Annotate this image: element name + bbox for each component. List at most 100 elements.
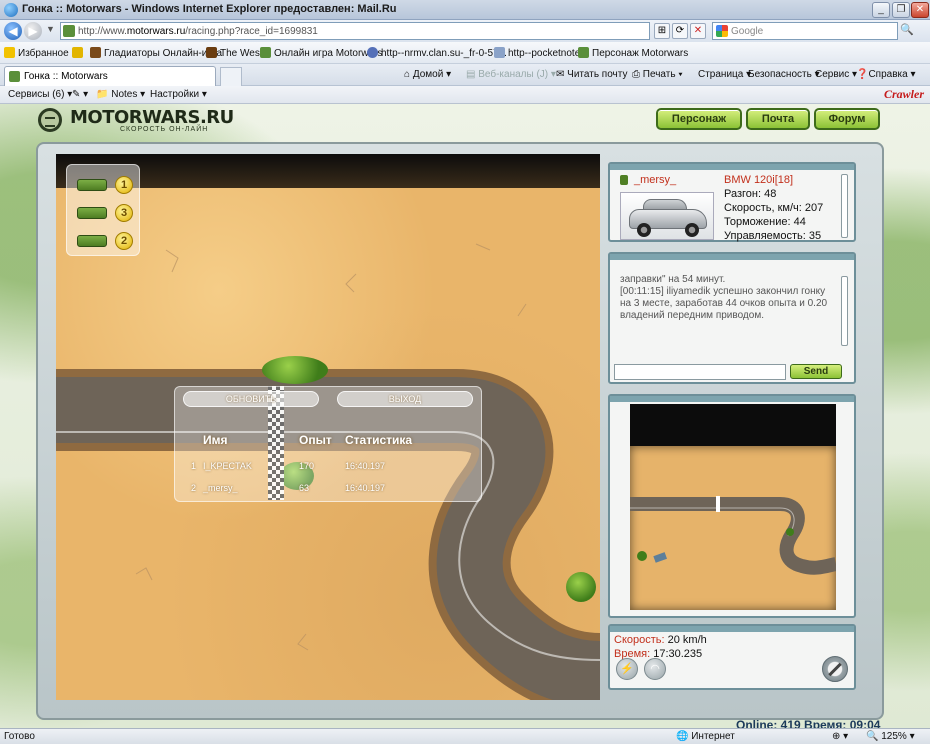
back-button[interactable]: ◀ (4, 22, 22, 40)
car-icon (77, 235, 107, 247)
compatibility-icon[interactable]: ⊞ (654, 23, 670, 39)
stat-speed: Скорость, км/ч: 207 (724, 202, 824, 214)
result-name[interactable]: I_KPECTAK (203, 461, 252, 471)
new-tab-button[interactable] (220, 67, 242, 86)
site-logo[interactable]: MOTORWARS.RU (70, 107, 234, 128)
crawler-logo: Crawler (883, 87, 924, 101)
window-titlebar: Гонка :: Motorwars - Windows Internet Ex… (0, 0, 930, 20)
print-button[interactable]: ⎙ Печать ▾ (632, 69, 683, 80)
favorite-link[interactable]: Персонаж Motorwars (578, 47, 688, 59)
result-place: 2 (191, 483, 197, 493)
settings-menu[interactable]: Настройки ▾ (150, 89, 207, 100)
favorite-link[interactable]: Онлайн игра Motorwars (260, 47, 382, 59)
close-button[interactable]: ✕ (911, 2, 929, 18)
result-exp: 63 (299, 483, 310, 493)
status-bar: Готово 🌐 Интернет ⊕ ▾ 🔍 125% ▾ (0, 728, 930, 744)
stat-braking: Торможение: 44 (724, 216, 806, 228)
car-model[interactable]: BMW 120i[18] (724, 174, 793, 186)
race-results: ОБНОВИТЬ ВЫХОД Имя Опыт Статистика 1 I_K… (174, 386, 482, 502)
site-favicon-icon (9, 71, 20, 82)
chat-scrollbar[interactable] (841, 276, 848, 346)
address-url[interactable]: http://www.motorwars.ru/racing.php?race_… (78, 26, 318, 37)
maximize-button[interactable]: ❐ (892, 2, 910, 18)
minimap-track (630, 496, 836, 575)
bush (566, 572, 596, 602)
tab-bar: Гонка :: Motorwars ⌂ Домой ▾ ▤ Веб-канал… (0, 64, 930, 86)
search-icon[interactable]: 🔍 (900, 23, 914, 36)
exit-button[interactable]: ВЫХОД (337, 391, 473, 407)
position-badge: 1 (115, 176, 133, 194)
site-icon (206, 47, 217, 58)
google-icon (716, 25, 728, 37)
help-menu[interactable]: ❓Справка ▾ (856, 69, 916, 80)
favorite-link[interactable]: http--pocketnotes (494, 47, 585, 59)
position-badge: 2 (115, 232, 133, 250)
ie-logo-icon (4, 3, 18, 17)
feeds-button[interactable]: ▤ Веб-каналы (J) ▾ (466, 69, 556, 80)
logo-icon (38, 108, 62, 132)
site-icon (367, 47, 378, 58)
security-zone: 🌐 Интернет (676, 731, 735, 742)
race-track[interactable]: 1 3 2 ОБНОВИТЬ ВЫХОД Имя Опыт Статистика… (56, 154, 600, 700)
protected-mode-icon: ⊕ ▾ (832, 731, 849, 742)
zoom-control[interactable]: 🔍 125% ▾ (866, 731, 915, 742)
chat-panel: заправки" на 54 минут. [00:11:15] iliyam… (608, 252, 856, 384)
forward-button[interactable]: ▶ (24, 22, 42, 40)
column-name: Имя (203, 433, 228, 447)
car-icon (77, 179, 107, 191)
speed-readout: Скорость: 20 km/h (614, 634, 707, 646)
site-icon (260, 47, 271, 58)
horn-button[interactable]: ◠ (644, 658, 666, 680)
read-mail-button[interactable]: ✉ Читать почту (556, 69, 627, 80)
position-badge: 3 (115, 204, 133, 222)
refresh-icon[interactable]: ⟳ (672, 23, 688, 39)
tools-menu[interactable]: Сервис ▾ (815, 69, 857, 80)
stat-handling: Управляемость: 35 (724, 230, 822, 242)
car-panel-scrollbar[interactable] (841, 174, 848, 238)
online-status: Online: 419 Время: 09:04 (736, 718, 881, 728)
character-button[interactable]: Персонаж (656, 108, 742, 130)
history-dropdown-icon[interactable]: ▼ (46, 24, 55, 34)
stop-race-button[interactable] (822, 656, 848, 682)
search-box[interactable]: Google (712, 22, 898, 40)
player-icon (620, 175, 628, 185)
player-name[interactable]: _mersy_ (634, 174, 676, 186)
result-name[interactable]: _mersy_ (203, 483, 238, 493)
page-icon (494, 47, 505, 58)
site-header: MOTORWARS.RU СКОРОСТЬ ОН-ЛАЙН Персонаж П… (0, 104, 930, 138)
column-exp: Опыт (299, 433, 332, 447)
chat-input[interactable] (614, 364, 786, 380)
address-bar[interactable]: http://www.motorwars.ru/racing.php?race_… (60, 22, 650, 40)
favorite-link[interactable]: Гладиаторы Онлайн-игра (90, 47, 222, 59)
result-time: 16:40.197 (345, 483, 386, 493)
stat-acceleration: Разгон: 48 (724, 188, 777, 200)
notes-menu[interactable]: 📁 Notes ▾ (96, 89, 145, 100)
stop-icon[interactable]: ✕ (690, 23, 706, 39)
home-button[interactable]: ⌂ Домой ▾ (404, 69, 451, 80)
safety-menu[interactable]: Безопасность ▾ (748, 69, 820, 80)
forum-button[interactable]: Форум (814, 108, 880, 130)
car-panel: _mersy_ BMW 120i[18] Разгон: 48 Скорость… (608, 162, 856, 242)
mail-button[interactable]: Почта (746, 108, 810, 130)
refresh-button[interactable]: ОБНОВИТЬ (183, 391, 319, 407)
add-favorite-icon[interactable] (72, 47, 86, 59)
minimize-button[interactable]: _ (872, 2, 890, 18)
addon-toolbar: Сервисы (6) ▾ ✎ ▾ 📁 Notes ▾ Настройки ▾ … (0, 86, 930, 104)
send-button[interactable]: Send (790, 364, 842, 379)
site-icon (578, 47, 589, 58)
site-icon (90, 47, 101, 58)
favorites-button[interactable]: Избранное (4, 47, 69, 59)
tab-active[interactable]: Гонка :: Motorwars (4, 66, 216, 86)
chat-log: заправки" на 54 минут. [00:11:15] iliyam… (620, 274, 828, 321)
page-menu[interactable]: Страница ▾ (698, 69, 751, 80)
favorite-link[interactable]: The West (206, 47, 263, 59)
minimap (630, 404, 836, 610)
race-positions: 1 3 2 (66, 164, 140, 256)
favorite-link[interactable]: http--nrmv.clan.su-_fr-0-57... (367, 47, 507, 59)
globe-icon: 🌐 (676, 731, 689, 742)
services-menu[interactable]: Сервисы (6) ▾ (8, 89, 72, 100)
result-time: 16:40.197 (345, 461, 386, 471)
nitro-button[interactable]: ⚡ (616, 658, 638, 680)
favorites-bar: Избранное Гладиаторы Онлайн-игра The Wes… (0, 42, 930, 64)
brush-icon[interactable]: ✎ ▾ (72, 89, 88, 100)
